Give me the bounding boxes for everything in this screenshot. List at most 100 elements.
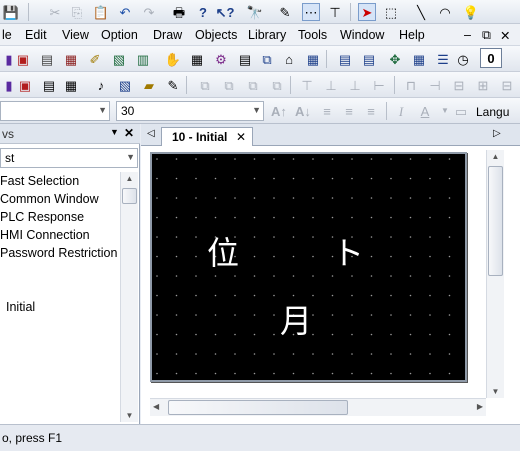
- print-icon[interactable]: 🖶: [170, 3, 188, 21]
- calendar-icon[interactable]: ▦: [304, 50, 322, 68]
- align-text-right-icon[interactable]: ≡: [362, 102, 380, 120]
- scroll-left-icon[interactable]: ◀: [153, 402, 159, 411]
- menu-edit[interactable]: Edit: [25, 28, 47, 42]
- font-size-combo[interactable]: 30 ▼: [116, 101, 264, 121]
- align-right-icon[interactable]: ⊣: [426, 76, 444, 94]
- align-bottom-icon[interactable]: ⊥: [346, 76, 364, 94]
- numeric-icon[interactable]: ▦: [188, 50, 206, 68]
- menu-library[interactable]: Library: [248, 28, 286, 42]
- align-center-icon[interactable]: ⊓: [402, 76, 420, 94]
- grow-font-icon[interactable]: A↑: [270, 102, 288, 120]
- move-icon[interactable]: ✥: [386, 50, 404, 68]
- align-top-icon[interactable]: ⊤: [298, 76, 316, 94]
- trend-icon[interactable]: ▤: [360, 50, 378, 68]
- home-icon[interactable]: ⌂: [280, 50, 298, 68]
- picture-manager-icon[interactable]: ▣: [16, 76, 34, 94]
- tab-scroll-left-icon[interactable]: ◁: [147, 128, 155, 139]
- bulb-icon[interactable]: 💡: [462, 3, 480, 21]
- clock-icon[interactable]: ◷: [454, 50, 472, 68]
- align-text-left-icon[interactable]: ≡: [318, 102, 336, 120]
- sound-icon[interactable]: ♪: [92, 76, 110, 94]
- pen-icon[interactable]: ✎: [276, 3, 294, 21]
- tab-scroll-right-icon[interactable]: ▷: [493, 128, 501, 139]
- undo-icon[interactable]: ↶: [116, 3, 134, 21]
- menu-window[interactable]: Window: [340, 28, 384, 42]
- close-pane-icon[interactable]: ✕: [124, 126, 134, 140]
- send-back-icon[interactable]: ⧉: [220, 76, 238, 94]
- datetime-icon[interactable]: ▤: [236, 50, 254, 68]
- language-label[interactable]: Langu: [476, 105, 509, 119]
- tab-10-initial[interactable]: 10 - Initial ✕: [161, 127, 253, 146]
- font-name-combo[interactable]: ▼: [0, 101, 110, 121]
- italic-icon[interactable]: I: [392, 102, 410, 120]
- same-width-icon[interactable]: ⊞: [474, 76, 492, 94]
- scroll-down-icon[interactable]: ▼: [487, 387, 504, 396]
- background-color-icon[interactable]: ▭: [452, 102, 470, 120]
- window-icon[interactable]: ▦: [62, 76, 80, 94]
- tree-scrollbar[interactable]: ▲ ▼: [120, 172, 138, 422]
- font-color-icon[interactable]: A: [416, 102, 434, 120]
- set-word-icon[interactable]: ▦: [62, 50, 80, 68]
- close-icon[interactable]: ✕: [500, 28, 510, 43]
- message-icon[interactable]: ▰: [140, 76, 158, 94]
- edit-icon[interactable]: ✎: [164, 76, 182, 94]
- backward-icon[interactable]: ⧉: [268, 76, 286, 94]
- bring-front-icon[interactable]: ⧉: [196, 76, 214, 94]
- scroll-down-icon[interactable]: ▼: [121, 411, 138, 420]
- tree-item[interactable]: Common Window: [0, 192, 99, 206]
- menu-tools[interactable]: Tools: [298, 28, 327, 42]
- scroll-thumb[interactable]: [122, 188, 137, 204]
- tree-item[interactable]: PLC Response: [0, 210, 84, 224]
- cut-icon[interactable]: ✂: [46, 3, 64, 21]
- dialog-icon[interactable]: ▦: [410, 50, 428, 68]
- menu-help[interactable]: Help: [399, 28, 425, 42]
- indirect-window-icon[interactable]: ⧉: [258, 50, 276, 68]
- arc-icon[interactable]: ◠: [436, 3, 454, 21]
- restore-icon[interactable]: ⧉: [482, 28, 491, 43]
- tree-item[interactable]: Password Restriction: [0, 246, 117, 260]
- hmi-screen-canvas[interactable]: 位 ト 月: [150, 152, 467, 382]
- zoom-level-box[interactable]: 0: [480, 48, 502, 68]
- grid-icon[interactable]: ⋯: [302, 3, 320, 21]
- label-icon[interactable]: ▤: [40, 76, 58, 94]
- scroll-thumb[interactable]: [168, 400, 348, 415]
- menu-file[interactable]: le: [2, 28, 12, 42]
- set-bit-icon[interactable]: ▤: [38, 50, 56, 68]
- distribute-icon[interactable]: ⊟: [450, 76, 468, 94]
- line-icon[interactable]: ╲: [412, 3, 430, 21]
- pin-icon[interactable]: ▼: [110, 127, 119, 137]
- document-hscrollbar[interactable]: ◀ ▶: [150, 398, 486, 416]
- context-help-icon[interactable]: ↖?: [216, 3, 235, 21]
- select-pointer-icon[interactable]: ➤: [358, 3, 376, 21]
- paste-icon[interactable]: 📋: [92, 3, 110, 21]
- save-icon[interactable]: 💾: [2, 3, 20, 21]
- tree-item[interactable]: HMI Connection: [0, 228, 90, 242]
- pen-tool-icon[interactable]: ✐: [86, 50, 104, 68]
- select-object-icon[interactable]: ⬚: [382, 3, 400, 21]
- ascii-icon[interactable]: ⚙: [212, 50, 230, 68]
- menu-view[interactable]: View: [62, 28, 89, 42]
- forward-icon[interactable]: ⧉: [244, 76, 262, 94]
- find-icon[interactable]: 🔭: [246, 3, 264, 21]
- document-vscrollbar[interactable]: ▲ ▼: [486, 150, 504, 398]
- text-object[interactable]: 位: [207, 228, 239, 274]
- menu-objects[interactable]: Objects: [195, 28, 237, 42]
- menu-draw[interactable]: Draw: [153, 28, 182, 42]
- macro-icon[interactable]: ▧: [116, 76, 134, 94]
- function-key-icon[interactable]: ✋: [164, 50, 182, 68]
- redo-icon[interactable]: ↷: [140, 3, 158, 21]
- text-object[interactable]: 月: [280, 296, 312, 342]
- tab-close-icon[interactable]: ✕: [236, 130, 246, 144]
- tree-item[interactable]: Initial: [6, 300, 35, 314]
- text-object[interactable]: ト: [332, 228, 364, 274]
- history-icon[interactable]: ▤: [336, 50, 354, 68]
- copy-icon[interactable]: ⎘: [68, 3, 86, 21]
- word-lamp-icon[interactable]: ▣: [14, 50, 32, 68]
- minimize-icon[interactable]: –: [464, 28, 471, 42]
- help-icon[interactable]: ?: [194, 3, 212, 21]
- scroll-up-icon[interactable]: ▲: [121, 174, 138, 183]
- scroll-up-icon[interactable]: ▲: [487, 152, 504, 161]
- align-icon[interactable]: ⊤: [326, 3, 344, 21]
- same-height-icon[interactable]: ⊟: [498, 76, 516, 94]
- scroll-thumb[interactable]: [488, 166, 503, 276]
